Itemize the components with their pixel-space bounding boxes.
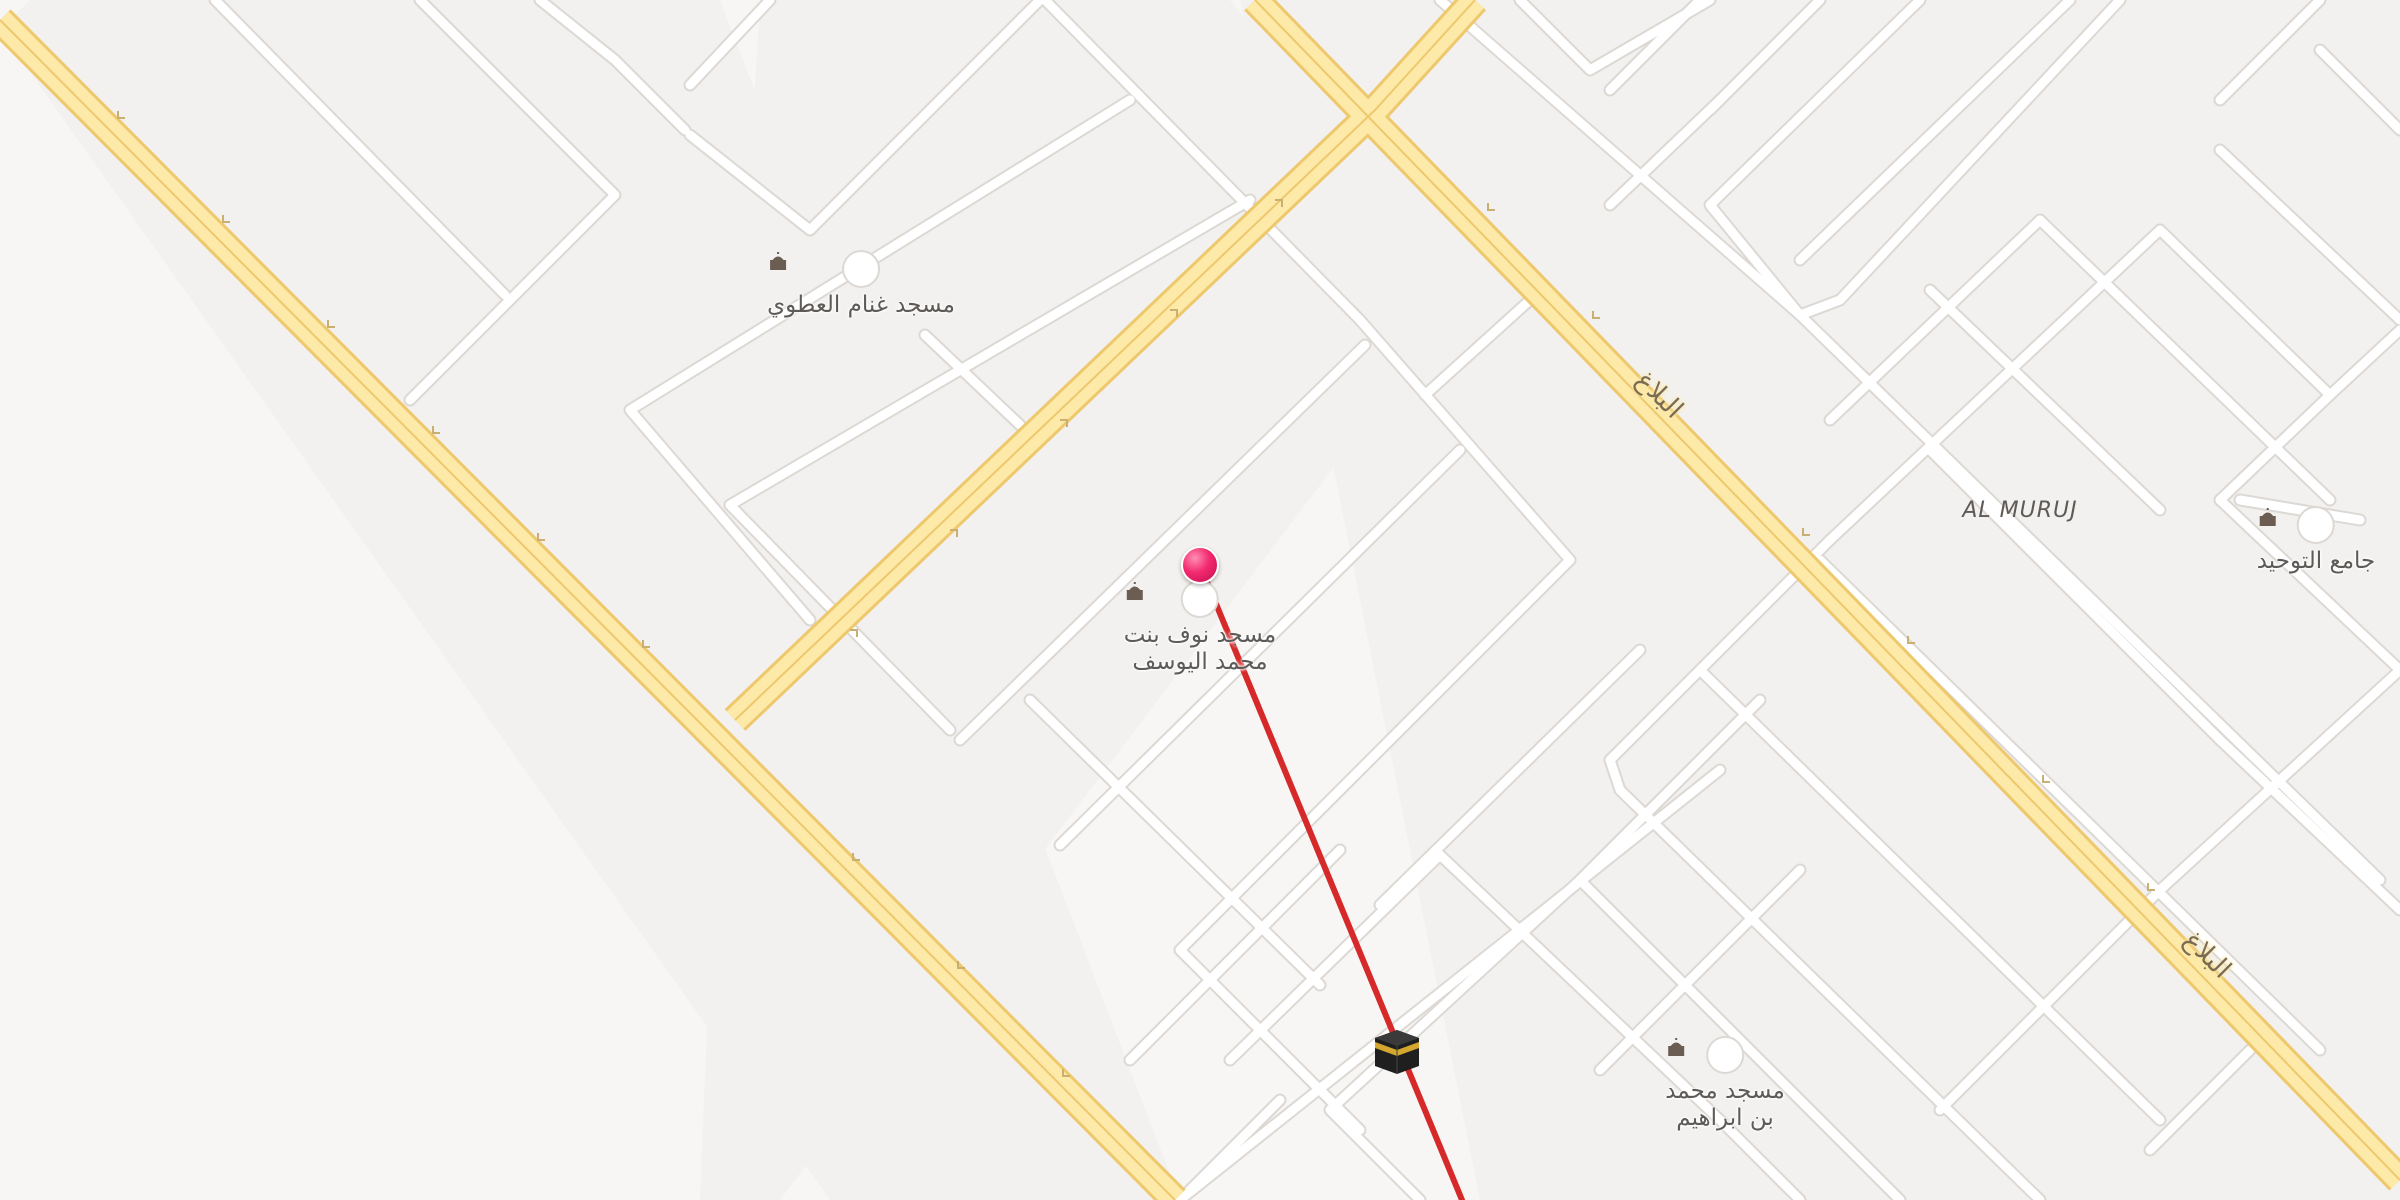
mosque-icon bbox=[2259, 506, 2335, 544]
mosque-icon bbox=[770, 250, 880, 288]
poi-mosque-nouf[interactable]: مسجد نوف بنت محمد اليوسف bbox=[1124, 580, 1276, 676]
mosque-icon bbox=[1126, 580, 1219, 618]
poi-label-line: مسجد محمد bbox=[1665, 1078, 1785, 1104]
poi-label: جامع التوحيد bbox=[2256, 548, 2376, 574]
poi-label-line: مسجد نوف بنت bbox=[1123, 622, 1277, 648]
district-label: AL MURUJ bbox=[1962, 498, 2078, 523]
poi-mosque-muhammad[interactable]: مسجد محمد بن ابراهيم bbox=[1665, 1036, 1785, 1132]
poi-label-line: بن ابراهيم bbox=[1676, 1105, 1774, 1131]
poi-mosque-tawheed[interactable]: جامع التوحيد bbox=[2256, 506, 2376, 575]
poi-label: مسجد محمد بن ابراهيم bbox=[1665, 1078, 1785, 1132]
map-view[interactable]: البلاغ البلاغ AL MURUJ مسجد غنام العطوي … bbox=[0, 0, 2400, 1200]
location-pin-icon[interactable] bbox=[1181, 546, 1219, 584]
poi-label: مسجد غنام العطوي bbox=[767, 292, 955, 318]
poi-label-line: محمد اليوسف bbox=[1132, 649, 1268, 675]
poi-label: مسجد نوف بنت محمد اليوسف bbox=[1124, 622, 1276, 676]
poi-mosque-ghannam[interactable]: مسجد غنام العطوي bbox=[767, 250, 955, 319]
kaaba-icon[interactable] bbox=[1371, 1026, 1423, 1078]
mosque-icon bbox=[1668, 1036, 1744, 1074]
